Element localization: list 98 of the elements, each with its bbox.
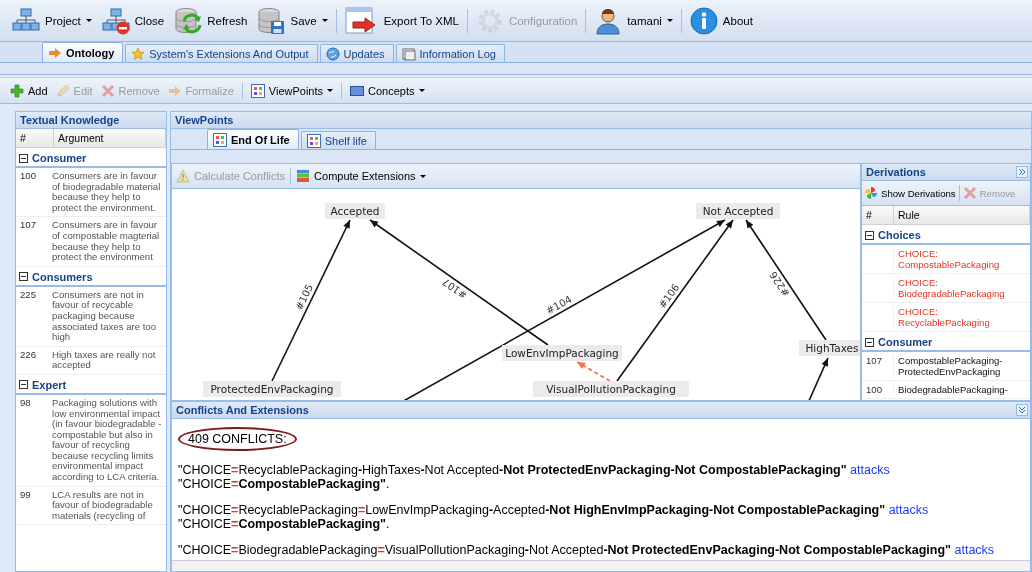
cross-icon	[100, 83, 115, 98]
panel-title: Textual Knowledge	[16, 112, 166, 129]
row-number: 107	[19, 220, 37, 233]
rule-text: CHOICE: BiodegradablePackaging	[897, 277, 1006, 299]
caret-icon	[418, 89, 425, 92]
column-header[interactable]: Rule	[894, 206, 1030, 224]
panel-title: Conflicts And Extensions	[176, 403, 309, 418]
graph-node[interactable]: VisualPollutionPackaging	[533, 381, 689, 397]
group-header[interactable]: Consumer	[16, 150, 166, 168]
graph-node[interactable]: LowEnvImpPackaging	[502, 345, 622, 361]
collapse-icon	[19, 380, 28, 390]
row-number: 100	[19, 171, 37, 183]
argument-text: Consumers are in favour of compostable magterial because they help to protect the environment	[52, 220, 161, 263]
conflict-count: 409 CONFLICTS:	[178, 427, 297, 451]
panel-title: Derivations	[866, 165, 926, 180]
group-header[interactable]: Consumers	[16, 268, 166, 287]
caret-icon	[419, 174, 426, 178]
arrow-right-icon	[48, 45, 62, 60]
toolbar-button[interactable]: About	[687, 4, 755, 37]
panel-title: ViewPoints	[171, 112, 1031, 129]
conflict-statement: "CHOICE=RecyclablePackaging=LowEnvImpPackaging-Accepted-Not HighEnvImpPackaging-Not CompostablePackaging" attacks "CHOICE=CompostablePackaging".	[178, 503, 930, 531]
arrow-right-icon	[167, 83, 182, 98]
conflict-statement: "CHOICE=BiodegradablePackaging=VisualPollutionPackaging-Not Accepted-Not ProtectedEnvPackaging-Not CompostablePackaging" attacks	[178, 543, 996, 557]
toolbar-button[interactable]: Project	[10, 4, 94, 37]
row-number: 98	[19, 397, 32, 410]
star-icon	[131, 46, 146, 61]
warning-icon	[176, 169, 190, 183]
group-header[interactable]: Expert	[16, 376, 166, 395]
collapse-icon	[865, 337, 874, 347]
toolbar-button[interactable]: Refresh	[172, 4, 250, 37]
toolbar-button[interactable]: ViewPoints	[250, 83, 334, 98]
tab[interactable]: Ontology	[42, 42, 124, 62]
stack-icon	[296, 169, 311, 183]
toolbar-button[interactable]: Compute Extensions	[296, 169, 426, 183]
caret-icon	[327, 89, 334, 92]
toolbar-button[interactable]: Concepts	[350, 83, 425, 98]
globe-icon	[325, 46, 340, 61]
org-chart-remove-icon	[101, 6, 130, 35]
plus-icon	[10, 83, 24, 98]
panel-icon	[350, 83, 365, 98]
argument-text: High taxes are really not accepted	[52, 349, 157, 371]
user-icon	[594, 6, 623, 35]
rule-text: CHOICE: CompostablePackaging	[897, 248, 1001, 270]
caret-icon	[85, 19, 92, 22]
row-number: 107	[866, 355, 882, 366]
pencil-icon	[55, 83, 70, 98]
database-refresh-icon	[174, 6, 203, 35]
column-header[interactable]: #	[862, 206, 894, 224]
window-icon	[401, 46, 416, 61]
graph-node[interactable]: ProtectedEnvPackaging	[203, 381, 341, 397]
caret-icon	[321, 19, 328, 22]
grid-icon	[213, 132, 227, 147]
grid-icon	[306, 133, 321, 148]
database-save-icon	[257, 6, 286, 35]
graph-node[interactable]: Not Accepted	[696, 203, 780, 219]
toolbar-button[interactable]: Export To XML	[342, 4, 461, 37]
attacks-link[interactable]: attacks	[954, 543, 995, 557]
collapse-panel-icon[interactable]	[1016, 404, 1028, 416]
row-number: 99	[19, 489, 32, 502]
tab[interactable]: Shelf life	[300, 131, 376, 149]
rule-text: CHOICE: RecyclablePackaging	[897, 306, 991, 328]
collapse-icon	[865, 230, 874, 240]
argument-text: Consumers are in favour of biodegradable material because they help to protect the environment.	[52, 171, 162, 214]
info-icon	[689, 6, 718, 35]
group-header[interactable]: Consumer	[862, 334, 1030, 352]
row-number: 225	[19, 289, 37, 302]
attacks-link[interactable]: attacks	[888, 503, 929, 517]
tab[interactable]: End Of Life	[207, 129, 299, 149]
argument-text: Packaging solutions with low environmental impact (in favour biodegradable - compostable but also in favour of recycling because recycling limits environmental impact according to LCA criteria.	[52, 397, 163, 483]
toolbar-button[interactable]: Save	[255, 4, 330, 37]
collapse-icon	[19, 153, 28, 163]
grid-icon	[250, 83, 265, 98]
rule-text: BiodegradablePackaging-	[897, 384, 1009, 395]
graph-node[interactable]: Accepted	[325, 203, 385, 219]
edge-label: #105	[293, 282, 316, 312]
collapse-icon	[19, 272, 28, 282]
column-header[interactable]: Argument	[54, 129, 166, 147]
argument-text: Consumers are not in favour of recycable packaging because associated taxes are too high	[52, 289, 157, 343]
rule-text: CompostablePackaging-ProtectedEnvPackaging	[897, 355, 1004, 377]
toolbar-button[interactable]: tamani	[592, 4, 675, 37]
argument-text: LCA results are not in favour of biodegradable materials (recycling of	[52, 489, 154, 522]
tab[interactable]: Information Log	[395, 44, 505, 62]
pinwheel-icon	[864, 186, 878, 200]
toolbar-button[interactable]: Show Derivations	[864, 186, 956, 200]
row-number: 100	[866, 384, 882, 395]
cross-icon	[962, 186, 977, 200]
attacks-link[interactable]: attacks	[850, 463, 890, 477]
collapse-panel-icon[interactable]	[1016, 166, 1028, 178]
toolbar-button[interactable]: Close	[99, 4, 167, 37]
group-header[interactable]: Choices	[862, 227, 1030, 245]
conflict-statement: "CHOICE=RecyclablePackaging-HighTaxes-Not Accepted-Not ProtectedEnvPackaging-Not CompostablePackaging" attacks "CHOICE=CompostablePackaging".	[178, 463, 891, 491]
tab[interactable]: Updates	[319, 44, 394, 62]
caret-icon	[666, 19, 673, 22]
toolbar-button[interactable]: Add	[10, 83, 48, 98]
column-header[interactable]: #	[16, 129, 54, 147]
tab[interactable]: System's Extensions And Output	[125, 44, 318, 62]
graph-node[interactable]: HighTaxes	[799, 340, 860, 356]
row-number: 226	[19, 349, 37, 362]
